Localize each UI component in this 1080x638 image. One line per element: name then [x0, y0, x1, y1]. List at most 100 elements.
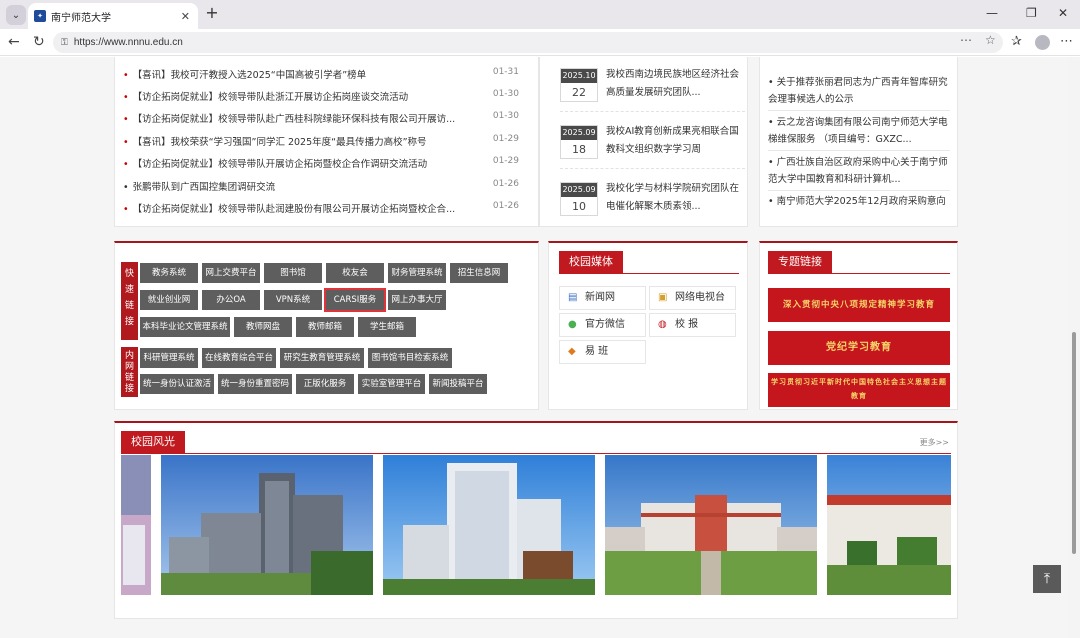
tv-icon: ▣ — [658, 292, 668, 303]
internal-links-label: 内网链接 — [121, 347, 138, 397]
internal-link-button[interactable]: 实验室管理平台 — [358, 374, 425, 394]
menu-icon[interactable]: ⋯ — [1060, 34, 1073, 49]
more-link[interactable]: 更多>> — [920, 437, 949, 448]
date-block: 2025.09 10 — [560, 182, 598, 216]
quick-link-button[interactable]: 办公OA — [202, 290, 260, 310]
tab-strip: ⌄ ✦ 南宁师范大学 ✕ + — ❐ ✕ — [0, 0, 1080, 29]
page-viewport: • 【喜讯】我校可汗教授入选2025“中国高被引学者”榜单 01-31 • 【访企拓岗… — [0, 57, 1080, 638]
announcement-item[interactable]: • 云之龙咨询集团有限公司南宁师范大学电梯维保服务 （项目编号：GXZC... — [768, 114, 953, 148]
back-to-top-button[interactable]: ⤒ — [1033, 565, 1061, 593]
scrollbar-thumb[interactable] — [1072, 332, 1076, 554]
quick-link-button[interactable]: 图书馆 — [264, 263, 322, 283]
announcements-panel: • 关于推荐张丽君同志为广西青年智库研究会理事候选人的公示 • 云之龙咨询集团有限公… — [759, 57, 958, 227]
quick-link-button[interactable]: 教师网盘 — [234, 317, 292, 337]
special-banner[interactable]: 学习贯彻习近平新时代中国特色社会主义思想主题教育 — [768, 373, 950, 407]
collections-icon[interactable]: ✰ — [1011, 34, 1022, 49]
special-banner[interactable]: 党纪学习教育 — [768, 331, 950, 365]
url-text: https://www.nnnu.edu.cn — [73, 37, 183, 48]
news-panel: • 【喜讯】我校可汗教授入选2025“中国高被引学者”榜单 01-31 • 【访企拓岗… — [114, 57, 539, 227]
media-link-yiban[interactable]: ◆ 易 班 — [559, 340, 646, 364]
divider — [121, 453, 951, 454]
internal-link-button[interactable]: 在线教育综合平台 — [202, 348, 276, 368]
scenery-photo[interactable] — [383, 455, 595, 595]
browser-tab[interactable]: ✦ 南宁师范大学 ✕ — [28, 3, 198, 29]
yiban-icon: ◆ — [568, 346, 576, 357]
campus-scenery-title: 校园风光 — [121, 431, 185, 453]
news-item[interactable]: • 【访企拓岗促就业】校领导带队赴广西桂科院绿能环保科技有限公司开展访... 01-… — [123, 111, 533, 127]
close-tab-icon[interactable]: ✕ — [181, 10, 190, 23]
close-window-icon[interactable]: ✕ — [1058, 6, 1068, 20]
quick-link-button[interactable]: 校友会 — [326, 263, 384, 283]
internal-link-button[interactable]: 统一身份认证激活 — [140, 374, 214, 394]
divider — [768, 110, 950, 111]
dated-news-title[interactable]: 我校化学与材料学院研究团队在电催化解聚木质素领... — [606, 180, 746, 216]
news-item[interactable]: • 张鹏带队到广西国控集团调研交流 01-26 — [123, 179, 533, 195]
extensions-icon[interactable]: ⋯ — [960, 33, 972, 47]
quick-link-button[interactable]: 网上办事大厅 — [388, 290, 446, 310]
dated-news-title[interactable]: 我校西南边境民族地区经济社会高质量发展研究团队... — [606, 66, 746, 102]
announcement-item[interactable]: • 广西壮族自治区政府采购中心关于南宁师范大学中国教育和科研计算机... — [768, 154, 953, 188]
media-link-tv[interactable]: ▣ 网络电视台 — [649, 286, 736, 310]
reload-icon[interactable]: ↻ — [33, 34, 45, 50]
carsi-service-button[interactable]: CARSI服务 — [324, 288, 386, 312]
media-link-newspaper[interactable]: ◍ 校 报 — [649, 313, 736, 337]
internal-link-button[interactable]: 统一身份重置密码 — [218, 374, 292, 394]
news-item[interactable]: • 【喜讯】我校可汗教授入选2025“中国高被引学者”榜单 01-31 — [123, 67, 533, 83]
scenery-photo[interactable] — [161, 455, 373, 595]
news-item[interactable]: • 【访企拓岗促就业】校领导带队赴润建股份有限公司开展访企拓岗暨校企合... 01-… — [123, 201, 533, 217]
news-site-icon: ▤ — [568, 292, 578, 303]
minimize-icon[interactable]: — — [986, 6, 998, 20]
campus-scenery-panel: 校园风光 更多>> — [114, 421, 958, 619]
profile-avatar[interactable] — [1035, 35, 1050, 50]
quick-link-button[interactable]: 教师邮箱 — [296, 317, 354, 337]
quick-link-button[interactable]: VPN系统 — [264, 290, 322, 310]
quick-link-button[interactable]: 教务系统 — [140, 263, 198, 283]
divider — [559, 273, 739, 274]
address-bar[interactable]: ⚿ https://www.nnnu.edu.cn — [53, 32, 1003, 53]
divider — [560, 168, 745, 169]
special-banner[interactable]: 深入贯彻中央八项规定精神学习教育 — [768, 288, 950, 322]
maximize-icon[interactable]: ❐ — [1026, 6, 1037, 20]
news-item[interactable]: • 【访企拓岗促就业】校领导带队赴浙江开展访企拓岗座谈交流活动 01-30 — [123, 89, 533, 105]
date-block: 2025.10 22 — [560, 68, 598, 102]
internal-link-button[interactable]: 研究生教育管理系统 — [280, 348, 364, 368]
quick-link-button[interactable]: 就业创业网 — [140, 290, 198, 310]
quick-link-button[interactable]: 网上交费平台 — [202, 263, 260, 283]
quick-links-label: 快速链接 — [121, 262, 138, 340]
special-links-title: 专题链接 — [768, 251, 832, 273]
date-block: 2025.09 18 — [560, 125, 598, 159]
site-info-icon[interactable]: ⚿ — [61, 38, 68, 48]
scenery-photo[interactable] — [121, 455, 151, 595]
page-scrollbar[interactable] — [1068, 57, 1080, 638]
back-icon[interactable]: ← — [8, 34, 20, 50]
scenery-photo[interactable] — [827, 455, 951, 595]
tab-title: 南宁师范大学 — [51, 12, 111, 24]
media-link-news[interactable]: ▤ 新闻网 — [559, 286, 646, 310]
divider — [768, 150, 950, 151]
dated-news-title[interactable]: 我校AI教育创新成果亮相联合国教科文组织数字学习周 — [606, 123, 746, 159]
media-link-wechat[interactable]: ● 官方微信 — [559, 313, 646, 337]
tab-list-icon[interactable]: ⌄ — [6, 5, 26, 25]
internal-link-button[interactable]: 新闻投稿平台 — [429, 374, 487, 394]
internal-link-button[interactable]: 科研管理系统 — [140, 348, 198, 368]
quick-link-button[interactable]: 招生信息网 — [450, 263, 508, 283]
research-news-panel: 2025.10 22 我校西南边境民族地区经济社会高质量发展研究团队... 202… — [539, 57, 748, 227]
internal-link-button[interactable]: 图书馆书目检索系统 — [368, 348, 452, 368]
news-item[interactable]: • 【喜讯】我校荣获“学习强国”同学汇 2025年度“最具传播力高校”称号 01-2… — [123, 134, 533, 150]
quick-link-button[interactable]: 财务管理系统 — [388, 263, 446, 283]
divider — [768, 190, 950, 191]
news-item[interactable]: • 【访企拓岗促就业】校领导带队开展访企拓岗暨校企合作调研交流活动 01-29 — [123, 156, 533, 172]
campus-media-title: 校园媒体 — [559, 251, 623, 273]
quick-links-panel: 快速链接 教务系统 网上交费平台 图书馆 校友会 财务管理系统 招生信息网 就业… — [114, 241, 539, 410]
announcement-item[interactable]: • 南宁师范大学2025年12月政府采购意向 — [768, 193, 953, 210]
favorite-star-icon[interactable]: ☆ — [985, 33, 996, 47]
announcement-item[interactable]: • 关于推荐张丽君同志为广西青年智库研究会理事候选人的公示 — [768, 74, 953, 108]
new-tab-icon[interactable]: + — [203, 5, 221, 23]
quick-link-button[interactable]: 学生邮箱 — [358, 317, 416, 337]
divider — [560, 111, 745, 112]
scenery-photo[interactable] — [605, 455, 817, 595]
quick-link-button[interactable]: 本科毕业论文管理系统 — [140, 317, 230, 337]
campus-media-panel: 校园媒体 ▤ 新闻网 ▣ 网络电视台 ● 官方微信 ◍ 校 报 ◆ 易 班 — [548, 241, 748, 410]
browser-toolbar: ← ↻ ⚿ https://www.nnnu.edu.cn ⋯ ☆ ✰ ⋯ — [0, 29, 1080, 56]
internal-link-button[interactable]: 正版化服务 — [296, 374, 354, 394]
